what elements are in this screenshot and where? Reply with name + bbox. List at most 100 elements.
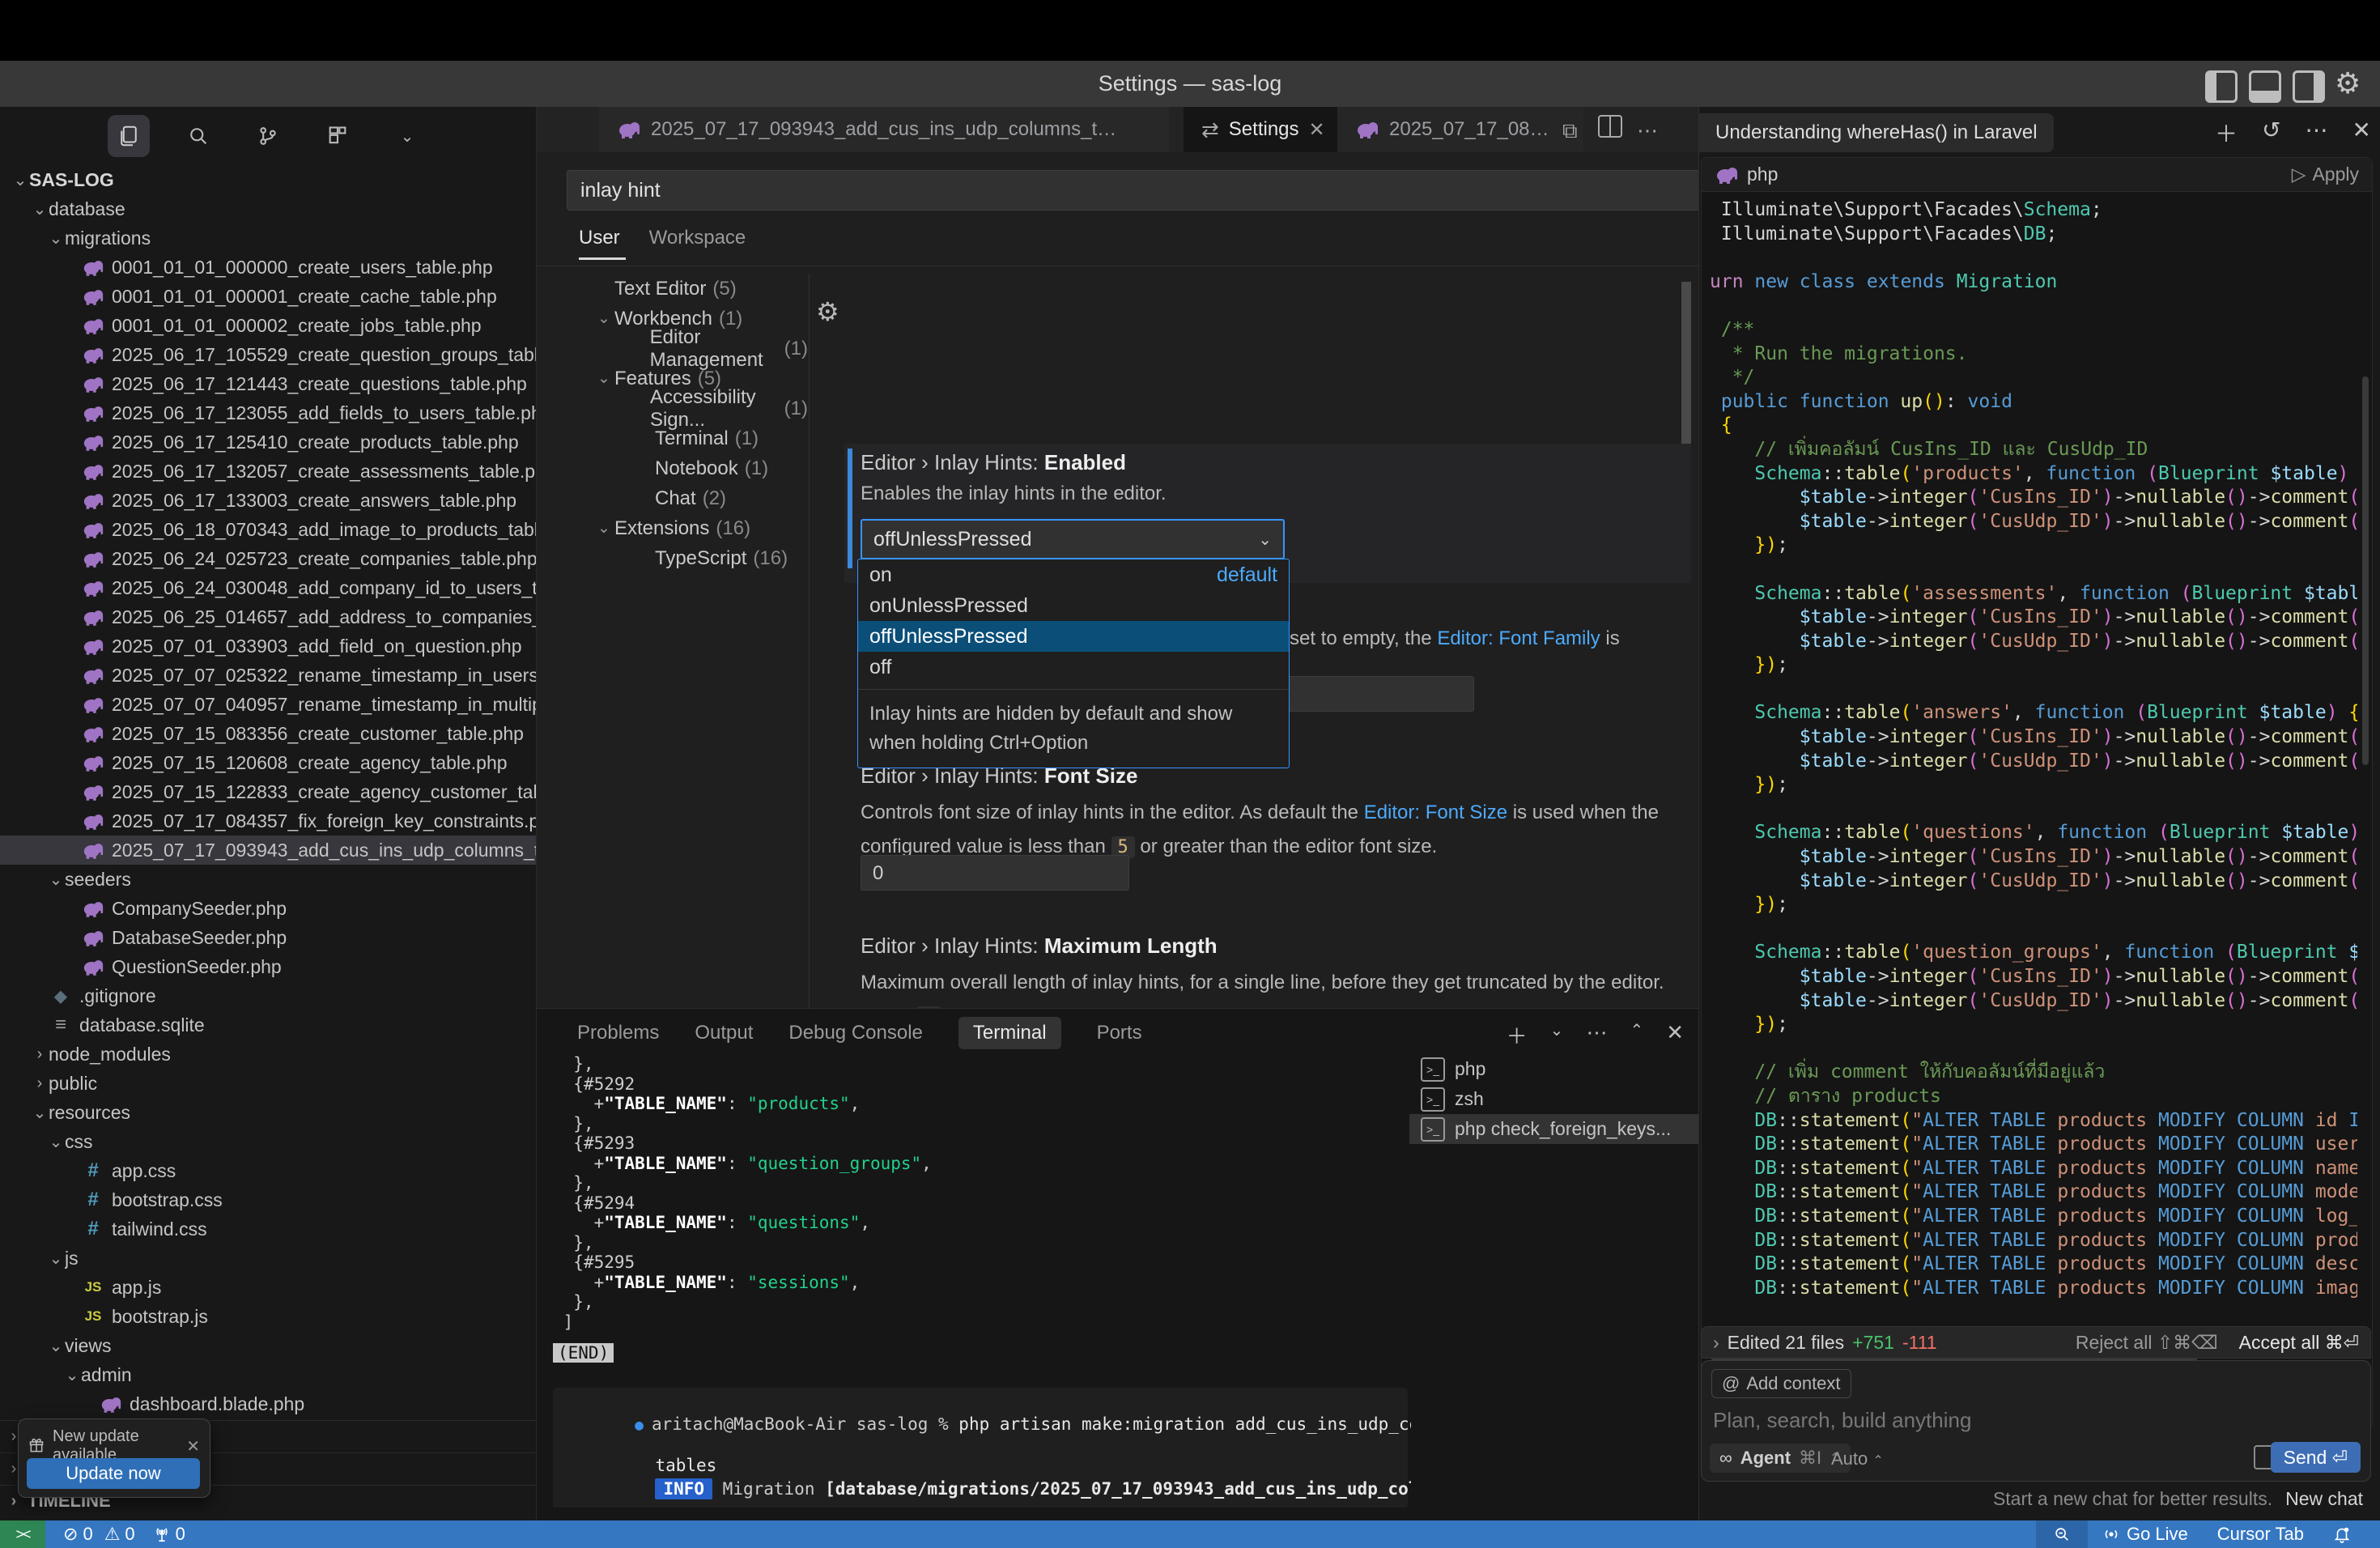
- font-family-input[interactable]: [1286, 676, 1474, 712]
- tree-folder-sas-log[interactable]: ⌄SAS-LOG: [0, 165, 536, 194]
- zoom-status-icon[interactable]: [2036, 1520, 2088, 1548]
- tab-migration-file[interactable]: 2025_07_17_093943_add_cus_ins_udp_column…: [599, 107, 1169, 152]
- tree-folder-migrations[interactable]: ⌄migrations: [0, 223, 536, 253]
- toggle-panel-icon[interactable]: [2249, 70, 2281, 103]
- tree-file[interactable]: 2025_06_17_105529_create_question_groups…: [0, 340, 536, 369]
- dropdown-option-off[interactable]: off: [858, 652, 1289, 683]
- extensions-icon[interactable]: [317, 115, 359, 157]
- tree-file[interactable]: 2025_07_15_120608_create_agency_table.ph…: [0, 748, 536, 777]
- toc-item-extensions[interactable]: ⌄Extensions(16): [537, 513, 808, 543]
- terminal-session[interactable]: >_php check_foreign_keys...: [1409, 1114, 1698, 1144]
- panel-tab-problems[interactable]: Problems: [577, 1022, 659, 1044]
- tree-folder-public[interactable]: ›public: [0, 1069, 536, 1098]
- explorer-icon[interactable]: [108, 115, 150, 157]
- tree-file[interactable]: #tailwind.css: [0, 1214, 536, 1244]
- tree-file[interactable]: 2025_06_18_070343_add_image_to_products_…: [0, 515, 536, 544]
- new-terminal-icon[interactable]: ＋: [1507, 1020, 1528, 1050]
- apply-button[interactable]: ▷Apply: [2292, 164, 2359, 185]
- more-actions-icon[interactable]: ⋯: [1637, 118, 1658, 143]
- tree-folder-css[interactable]: ⌄css: [0, 1127, 536, 1156]
- notifications-bell-icon[interactable]: [2318, 1520, 2365, 1548]
- tree-file[interactable]: 2025_07_01_033903_add_field_on_question.…: [0, 632, 536, 661]
- tree-file[interactable]: 0001_01_01_000000_create_users_table.php: [0, 253, 536, 282]
- new-chat-button[interactable]: New chat: [2285, 1488, 2363, 1509]
- panel-tab-debug-console[interactable]: Debug Console: [788, 1022, 922, 1044]
- accept-all-button[interactable]: Accept all ⌘⏎: [2239, 1332, 2359, 1354]
- tree-file[interactable]: JSbootstrap.js: [0, 1302, 536, 1331]
- close-tab-icon[interactable]: ✕: [1309, 118, 1325, 142]
- tree-file[interactable]: 2025_06_25_014657_add_address_to_compani…: [0, 602, 536, 632]
- toc-item-editor-management[interactable]: Editor Management(1): [537, 334, 808, 364]
- maximize-panel-icon[interactable]: ⌃: [1630, 1020, 1643, 1050]
- terminal-session[interactable]: >_php: [1409, 1054, 1698, 1084]
- tree-file[interactable]: #bootstrap.css: [0, 1185, 536, 1214]
- tree-file[interactable]: 2025_07_15_083356_create_customer_table.…: [0, 719, 536, 748]
- toc-item-notebook[interactable]: Notebook(1): [537, 453, 808, 483]
- font-size-input[interactable]: 0: [861, 855, 1129, 891]
- close-icon[interactable]: ✕: [186, 1436, 200, 1457]
- problems-status[interactable]: ⊘0 ⚠0: [63, 1524, 135, 1545]
- tree-file[interactable]: ≡database.sqlite: [0, 1010, 536, 1040]
- dropdown-option-on[interactable]: ondefault: [858, 559, 1289, 590]
- tree-folder-js[interactable]: ⌄js: [0, 1244, 536, 1273]
- reject-all-button[interactable]: Reject all ⇧⌘⌫: [2076, 1332, 2218, 1354]
- tree-file[interactable]: 2025_06_24_025723_create_companies_table…: [0, 544, 536, 573]
- tree-file[interactable]: CompanySeeder.php: [0, 894, 536, 923]
- tree-file[interactable]: 2025_06_17_132057_create_assessments_tab…: [0, 457, 536, 486]
- tree-folder-resources[interactable]: ⌄resources: [0, 1098, 536, 1127]
- tree-file[interactable]: 2025_06_17_121443_create_questions_table…: [0, 369, 536, 398]
- split-layout-icon[interactable]: [1598, 115, 1622, 138]
- tree-file[interactable]: 0001_01_01_000002_create_jobs_table.php: [0, 311, 536, 340]
- split-editor-icon[interactable]: ⧉: [1562, 118, 1578, 144]
- tree-folder-database[interactable]: ⌄database: [0, 194, 536, 223]
- tree-file[interactable]: ◆.gitignore: [0, 981, 536, 1010]
- more-actions-icon[interactable]: ⋯: [2306, 117, 2328, 149]
- history-icon[interactable]: ↺: [2262, 117, 2280, 149]
- tree-file[interactable]: 2025_07_17_093943_add_cus_ins_udp_column…: [0, 836, 536, 865]
- toggle-right-sidebar-icon[interactable]: [2293, 70, 2325, 103]
- tab-workspace[interactable]: Workspace: [649, 227, 746, 249]
- more-actions-icon[interactable]: ⋯: [1586, 1020, 1607, 1050]
- update-now-button[interactable]: Update now: [27, 1458, 200, 1489]
- tree-folder-node_modules[interactable]: ›node_modules: [0, 1040, 536, 1069]
- tree-folder-seeders[interactable]: ⌄seeders: [0, 865, 536, 894]
- tree-file[interactable]: 2025_06_17_123055_add_fields_to_users_ta…: [0, 398, 536, 427]
- source-control-icon[interactable]: [247, 115, 289, 157]
- chevron-down-icon[interactable]: ⌄: [1550, 1020, 1564, 1050]
- enabled-dropdown[interactable]: offUnlessPressed⌄: [861, 519, 1285, 559]
- ports-status[interactable]: 0: [153, 1524, 185, 1545]
- cursor-tab-toggle[interactable]: Cursor Tab: [2203, 1520, 2318, 1548]
- font-size-link[interactable]: Editor: Font Size: [1364, 802, 1507, 823]
- tree-file[interactable]: 2025_06_24_030048_add_company_id_to_user…: [0, 573, 536, 602]
- tree-file[interactable]: 2025_07_07_040957_rename_timestamp_in_mu…: [0, 690, 536, 719]
- agent-mode-chip[interactable]: ∞ Agent ⌘I ⌃: [1710, 1444, 1851, 1473]
- tree-file[interactable]: QuestionSeeder.php: [0, 952, 536, 981]
- tree-file[interactable]: DatabaseSeeder.php: [0, 923, 536, 952]
- tree-file[interactable]: 2025_07_17_084357_fix_foreign_key_constr…: [0, 806, 536, 836]
- edited-files-bar[interactable]: › Edited 21 files +751 -111 Reject all ⇧…: [1701, 1326, 2371, 1359]
- settings-search-input[interactable]: inlay hint 27 Settings Found ≡ₓ: [567, 170, 1698, 211]
- search-icon[interactable]: [177, 115, 219, 157]
- tree-file[interactable]: 2025_06_17_125410_create_products_table.…: [0, 427, 536, 457]
- toc-item-accessibility-sign-[interactable]: Accessibility Sign...(1): [537, 393, 808, 423]
- panel-tab-ports[interactable]: Ports: [1097, 1022, 1142, 1044]
- setting-gear-icon[interactable]: ⚙: [816, 296, 839, 327]
- toc-item-typescript[interactable]: TypeScript(16): [537, 543, 808, 573]
- vertical-scrollbar[interactable]: [2362, 376, 2369, 765]
- settings-gear-icon[interactable]: ⚙: [2335, 67, 2361, 100]
- tree-folder-views[interactable]: ⌄views: [0, 1331, 536, 1360]
- tree-file[interactable]: 2025_07_07_025322_rename_timestamp_in_us…: [0, 661, 536, 690]
- remote-indicator[interactable]: ><: [0, 1520, 45, 1548]
- add-context-chip[interactable]: @Add context: [1711, 1369, 1851, 1398]
- chat-input-box[interactable]: @Add context Plan, search, build anythin…: [1701, 1360, 2371, 1482]
- close-panel-icon[interactable]: ✕: [1666, 1020, 1684, 1050]
- tab-user[interactable]: User: [579, 227, 620, 249]
- dropdown-option-onUnlessPressed[interactable]: onUnlessPressed: [858, 590, 1289, 621]
- tree-folder-admin[interactable]: ⌄admin: [0, 1360, 536, 1389]
- send-button[interactable]: Send ⏎: [2271, 1442, 2361, 1473]
- terminal-session[interactable]: >_zsh: [1409, 1084, 1698, 1114]
- toggle-left-sidebar-icon[interactable]: [2205, 70, 2238, 103]
- tab-migration-file-2[interactable]: 2025_07_17_084357_: [1337, 107, 1583, 152]
- go-live-button[interactable]: Go Live: [2088, 1520, 2203, 1548]
- tree-file[interactable]: #app.css: [0, 1156, 536, 1185]
